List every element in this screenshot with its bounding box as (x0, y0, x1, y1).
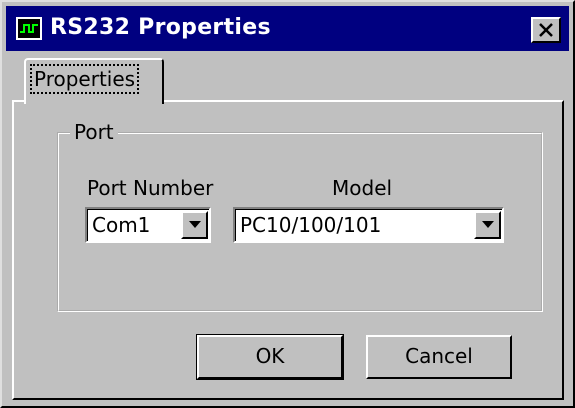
chevron-down-icon (482, 221, 494, 228)
chevron-down-icon (189, 221, 201, 228)
window-title: RS232 Properties (50, 15, 271, 40)
port-group-legend: Port (70, 120, 118, 144)
port-number-value: Com1 (92, 213, 151, 237)
serial-waveform-icon (16, 17, 42, 40)
model-select[interactable]: PC10/100/101 (233, 207, 504, 243)
model-value: PC10/100/101 (240, 213, 382, 237)
close-button[interactable] (531, 17, 561, 43)
ok-button[interactable]: OK (196, 334, 344, 380)
port-number-select[interactable]: Com1 (85, 207, 211, 243)
port-number-label: Port Number (87, 176, 214, 200)
title-bar[interactable]: RS232 Properties (6, 6, 569, 51)
cancel-button[interactable]: Cancel (366, 335, 512, 379)
tab-properties-label: Properties (29, 64, 140, 94)
model-dropdown-button[interactable] (474, 211, 501, 239)
close-icon (539, 23, 553, 37)
dialog-window: RS232 Properties Properties Port Port Nu… (0, 0, 575, 408)
tab-properties[interactable]: Properties (24, 58, 164, 104)
model-label: Model (332, 176, 393, 200)
port-number-dropdown-button[interactable] (181, 211, 208, 239)
